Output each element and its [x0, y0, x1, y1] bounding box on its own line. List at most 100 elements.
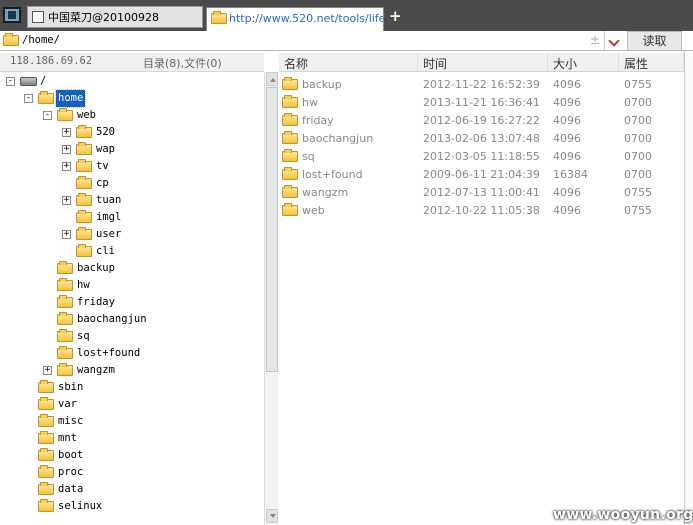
- file-row[interactable]: lost+found 2009-06-11 21:04:39 16384 0700: [279, 166, 685, 184]
- folder-icon: [57, 261, 73, 274]
- tree-item[interactable]: friday: [0, 294, 264, 311]
- file-time: 2012-03-05 11:18:55: [423, 150, 540, 163]
- file-size: 4096: [553, 204, 581, 217]
- file-perm: 0755: [624, 78, 652, 91]
- path-input[interactable]: [21, 31, 621, 50]
- file-size: 4096: [553, 150, 581, 163]
- tree-item-label: hw: [77, 279, 90, 291]
- file-size: 4096: [553, 96, 581, 109]
- column-name[interactable]: 名称: [284, 55, 308, 72]
- tree-item[interactable]: selinux: [0, 498, 264, 515]
- tree-item-label: boot: [58, 449, 84, 461]
- tree-item[interactable]: - home: [0, 89, 264, 108]
- file-row[interactable]: sq 2012-03-05 11:18:55 4096 0700: [279, 148, 685, 166]
- tree-item[interactable]: sbin: [0, 379, 264, 396]
- tree-item[interactable]: - /: [0, 73, 264, 90]
- folder-icon: [38, 482, 54, 495]
- scroll-down-icon[interactable]: [266, 509, 278, 523]
- folder-icon: [282, 95, 298, 108]
- file-name: sq: [302, 150, 315, 163]
- tree-item[interactable]: + tv: [0, 158, 264, 175]
- expand-icon[interactable]: +: [62, 196, 71, 205]
- column-divider[interactable]: [417, 53, 418, 72]
- tree-scrollbar[interactable]: [264, 72, 278, 525]
- tree-item[interactable]: + wangzm: [0, 362, 264, 379]
- plus-minus-icon[interactable]: ±: [590, 33, 600, 47]
- file-perm: 0700: [624, 96, 652, 109]
- file-name: hw: [302, 96, 318, 109]
- tab-active-url[interactable]: http://www.520.net/tools/life...: [206, 7, 384, 31]
- folder-icon: [38, 380, 54, 393]
- folder-icon: [76, 176, 92, 189]
- file-row[interactable]: friday 2012-06-19 16:27:22 4096 0700: [279, 112, 685, 130]
- file-row[interactable]: hw 2013-11-21 16:36:41 4096 0700: [279, 94, 685, 112]
- folder-icon: [38, 397, 54, 410]
- folder-icon: [282, 113, 298, 126]
- column-divider[interactable]: [618, 53, 619, 72]
- expand-icon[interactable]: +: [62, 162, 71, 171]
- tree-item[interactable]: misc: [0, 413, 264, 430]
- scroll-thumb[interactable]: [266, 87, 278, 372]
- read-button[interactable]: 读取: [627, 31, 682, 51]
- file-row[interactable]: backup 2012-11-22 16:52:39 4096 0755: [279, 76, 685, 94]
- new-tab-button[interactable]: +: [389, 7, 402, 25]
- tree-item[interactable]: - web: [0, 107, 264, 124]
- collapse-icon[interactable]: -: [43, 111, 52, 120]
- folder-icon: [282, 203, 298, 216]
- right-panel-edge: [684, 51, 693, 525]
- file-row[interactable]: web 2012-10-22 11:05:38 4096 0755: [279, 202, 685, 220]
- folder-icon: [76, 142, 92, 155]
- tree-item[interactable]: +520: [0, 124, 264, 141]
- folder-icon: [76, 159, 92, 172]
- column-divider[interactable]: [547, 53, 548, 72]
- server-ip: 118.186.69.62: [10, 55, 93, 67]
- collapse-icon[interactable]: -: [24, 94, 33, 103]
- column-perm[interactable]: 属性: [624, 55, 648, 72]
- tree-item[interactable]: data: [0, 481, 264, 498]
- scroll-up-icon[interactable]: [266, 72, 278, 86]
- column-time[interactable]: 时间: [423, 55, 447, 72]
- watermark: www.wooyun.org: [553, 507, 693, 523]
- file-row[interactable]: wangzm 2012-07-13 11:00:41 4096 0755: [279, 184, 685, 202]
- tree-item-label: wangzm: [77, 364, 115, 376]
- folder-icon: [38, 91, 54, 104]
- tree-item[interactable]: var: [0, 396, 264, 413]
- tree-item-label: cli: [96, 245, 115, 257]
- tree-item[interactable]: baochangjun: [0, 311, 264, 328]
- expand-icon[interactable]: +: [62, 145, 71, 154]
- file-size: 16384: [553, 168, 588, 181]
- app-icon[interactable]: [3, 7, 21, 23]
- tree-item[interactable]: + tuan: [0, 192, 264, 209]
- tree-item[interactable]: boot: [0, 447, 264, 464]
- file-list-header: 名称 时间 大小 属性: [279, 53, 693, 72]
- file-time: 2013-11-21 16:36:41: [423, 96, 540, 109]
- tree-item[interactable]: + wap: [0, 141, 264, 158]
- path-bar: ± 读取: [0, 31, 693, 51]
- tree-item[interactable]: imgl: [0, 209, 264, 226]
- file-size: 4096: [553, 114, 581, 127]
- file-row[interactable]: baochangjun 2013-02-06 13:07:48 4096 0700: [279, 130, 685, 148]
- tree-item[interactable]: cp: [0, 175, 264, 192]
- folder-icon: [76, 210, 92, 223]
- tree-item[interactable]: hw: [0, 277, 264, 294]
- tree-item[interactable]: sq: [0, 328, 264, 345]
- column-size[interactable]: 大小: [553, 55, 577, 72]
- tree-item-label: backup: [77, 262, 115, 274]
- tab-chopper[interactable]: 中国菜刀@20100928: [27, 6, 203, 28]
- tree-item[interactable]: mnt: [0, 430, 264, 447]
- expand-icon[interactable]: +: [62, 128, 71, 137]
- tab-bar: 中国菜刀@20100928 http://www.520.net/tools/l…: [0, 0, 693, 31]
- collapse-icon[interactable]: -: [6, 77, 15, 86]
- tree-item-label: sbin: [58, 381, 84, 393]
- tree-item[interactable]: cli: [0, 243, 264, 260]
- tree-item[interactable]: backup: [0, 260, 264, 277]
- expand-icon[interactable]: +: [62, 230, 71, 239]
- tree-item[interactable]: proc: [0, 464, 264, 481]
- file-name: web: [302, 204, 325, 217]
- expand-icon[interactable]: +: [43, 366, 52, 375]
- chevron-down-icon[interactable]: [604, 31, 624, 50]
- tree-item[interactable]: + user: [0, 226, 264, 243]
- tree-item[interactable]: lost+found: [0, 345, 264, 362]
- dir-file-count: 目录(8),文件(0): [143, 57, 222, 70]
- file-time: 2009-06-11 21:04:39: [423, 168, 540, 181]
